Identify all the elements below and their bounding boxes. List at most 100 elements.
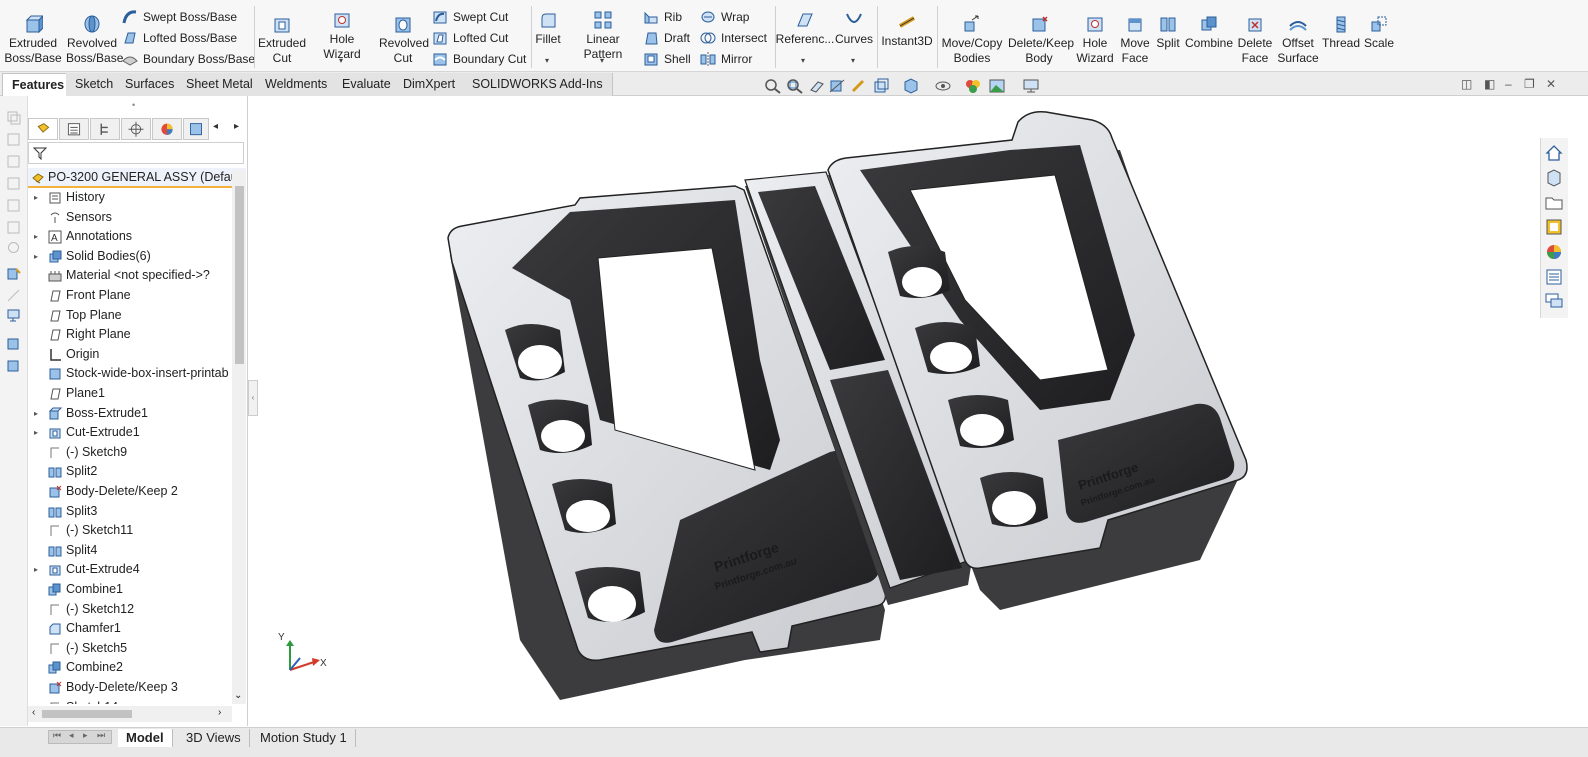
tree-item[interactable]: ▸ Cut-Extrude1 <box>28 423 232 443</box>
intersect-button[interactable]: Intersect <box>700 28 767 48</box>
tree-item[interactable]: Sensors <box>28 208 232 228</box>
minimize-icon[interactable]: – <box>1505 77 1512 91</box>
split-button[interactable]: Split <box>1154 0 1182 51</box>
extruded-cut-button[interactable]: Extruded Cut <box>256 0 308 66</box>
tree-item[interactable]: Front Plane <box>28 286 232 306</box>
tree-item[interactable]: Origin <box>28 345 232 365</box>
tab-surfaces[interactable]: Surfaces <box>116 73 185 96</box>
expand-arrow-icon[interactable]: ▸ <box>34 227 38 246</box>
combine-button[interactable]: Combine <box>1184 0 1234 51</box>
curves-button[interactable]: Curves <box>834 0 874 47</box>
tab-solidworks-addins[interactable]: SOLIDWORKS Add-Ins <box>463 73 613 96</box>
component-icon[interactable] <box>6 336 21 351</box>
hide-show-items-icon[interactable] <box>934 78 952 94</box>
delete-face-button[interactable]: Delete Face <box>1236 0 1274 66</box>
tab-sheet-metal[interactable]: Sheet Metal <box>177 73 263 96</box>
tree-root-assembly[interactable]: PO-3200 GENERAL ASSY (Default ⌃ <box>28 168 246 188</box>
sketch-tool-icon[interactable] <box>6 288 21 303</box>
chevron-down-icon[interactable]: ▾ <box>600 56 604 65</box>
copy-icon[interactable] <box>6 110 21 125</box>
tree-item[interactable]: Body-Delete/Keep 3 <box>28 678 232 698</box>
feature-icon[interactable] <box>6 266 21 281</box>
lofted-boss-button[interactable]: Lofted Boss/Base <box>122 28 237 48</box>
tab-model[interactable]: Model <box>118 729 173 747</box>
scroll-left-icon[interactable]: ‹ <box>32 707 35 718</box>
custom-properties-icon[interactable] <box>1544 267 1564 287</box>
prev-tab-icon[interactable]: ◂ <box>69 730 74 741</box>
tree-item[interactable]: Material <not specified->? <box>28 266 232 286</box>
tree-item[interactable]: ▸ A Annotations <box>28 227 232 247</box>
tree-item[interactable]: Chamfer1 <box>28 619 232 639</box>
tree-hscroll-thumb[interactable] <box>42 710 132 718</box>
link-icon[interactable] <box>6 220 21 235</box>
tree-item[interactable]: Stock-wide-box-insert-printab <box>28 364 232 384</box>
featuremanager-tab[interactable] <box>28 118 58 140</box>
tree-item[interactable]: Body-Delete/Keep 2 <box>28 482 232 502</box>
scroll-right-icon[interactable]: › <box>218 707 221 718</box>
boundary-cut-button[interactable]: Boundary Cut <box>432 49 526 69</box>
tree-item[interactable]: Sketch14 <box>28 698 232 704</box>
collapse-pane-handle[interactable]: ‹ <box>248 380 258 416</box>
expand-arrow-icon[interactable]: ▸ <box>34 560 38 579</box>
view-orientation-icon[interactable] <box>872 78 890 94</box>
extruded-boss-button[interactable]: Extruded Boss/Base <box>4 0 62 66</box>
tree-item[interactable]: ▸ Cut-Extrude4 <box>28 560 232 580</box>
tile-pane-icon[interactable]: ◧ <box>1484 77 1495 91</box>
tab-evaluate[interactable]: Evaluate <box>333 73 401 96</box>
last-tab-icon[interactable]: ⏭ <box>97 730 105 741</box>
layer-icon[interactable] <box>6 176 21 191</box>
tree-item[interactable]: (-) Sketch11 <box>28 521 232 541</box>
tab-sketch[interactable]: Sketch <box>66 73 124 96</box>
tree-item[interactable]: (-) Sketch12 <box>28 600 232 620</box>
configurationmanager-tab[interactable] <box>90 118 120 140</box>
forum-icon[interactable] <box>1544 291 1564 311</box>
restore-pane-icon[interactable]: ◫ <box>1461 77 1472 91</box>
swept-cut-button[interactable]: Swept Cut <box>432 7 508 27</box>
tree-item[interactable]: Combine1 <box>28 580 232 600</box>
hole-wizard-button[interactable]: Hole Wizard <box>310 0 374 62</box>
display-style-icon[interactable] <box>902 78 920 94</box>
settings-icon[interactable] <box>6 240 21 255</box>
apply-scene-icon[interactable] <box>988 78 1006 94</box>
tab-3d-views[interactable]: 3D Views <box>178 729 250 747</box>
tab-scroll-buttons[interactable]: ⏮ ◂ ▸ ⏭ <box>48 730 112 744</box>
paste-icon[interactable] <box>6 132 21 147</box>
reference-geometry-button[interactable]: Referenc... <box>776 0 834 47</box>
revolved-cut-button[interactable]: Revolved Cut <box>378 0 429 66</box>
monitor-icon[interactable] <box>6 308 21 323</box>
move-copy-bodies-button[interactable]: Move/Copy Bodies <box>940 0 1004 66</box>
rib-button[interactable]: Rib <box>643 7 682 27</box>
tree-item[interactable]: Top Plane <box>28 306 232 326</box>
boundary-boss-button[interactable]: Boundary Boss/Base <box>122 49 255 69</box>
zoom-to-fit-icon[interactable] <box>764 78 782 94</box>
swept-boss-button[interactable]: Swept Boss/Base <box>122 7 237 27</box>
tree-scroll-thumb[interactable] <box>235 186 244 364</box>
section-view-icon[interactable] <box>828 78 846 94</box>
propertymanager-tab[interactable] <box>59 118 89 140</box>
home-icon[interactable] <box>1544 143 1564 163</box>
dimxpertmanager-tab[interactable] <box>121 118 151 140</box>
component-2-icon[interactable] <box>6 358 21 373</box>
delete-keep-body-button[interactable]: Delete/Keep Body <box>1006 0 1074 66</box>
scale-button[interactable]: Scale <box>1362 0 1396 51</box>
tree-item[interactable]: Plane1 <box>28 384 232 404</box>
linear-pattern-button[interactable]: Linear Pattern <box>566 0 640 62</box>
first-tab-icon[interactable]: ⏮ <box>53 730 61 741</box>
fillet-button[interactable]: Fillet <box>534 0 562 47</box>
revolved-boss-button[interactable]: Revolved Boss/Base <box>64 0 123 66</box>
tab-motion-study-1[interactable]: Motion Study 1 <box>252 729 356 747</box>
view-palette-icon[interactable] <box>1544 217 1564 237</box>
tree-item[interactable]: Split2 <box>28 462 232 482</box>
tabs-scroll-left-icon[interactable]: ◂ <box>213 121 218 132</box>
edit-appearance-icon[interactable] <box>964 78 982 94</box>
appearances-icon[interactable] <box>1544 242 1564 262</box>
thread-button[interactable]: Thread <box>1322 0 1360 51</box>
tab-dimxpert[interactable]: DimXpert <box>394 73 466 96</box>
close-icon[interactable]: ✕ <box>1546 77 1556 91</box>
zoom-to-area-icon[interactable] <box>786 78 804 94</box>
hole-wizard-2-button[interactable]: Hole Wizard <box>1074 0 1116 66</box>
design-library-icon[interactable] <box>1544 168 1564 188</box>
dynamic-annotation-icon[interactable] <box>850 78 868 94</box>
tree-item[interactable]: (-) Sketch9 <box>28 443 232 463</box>
custom-tab[interactable] <box>183 118 209 140</box>
